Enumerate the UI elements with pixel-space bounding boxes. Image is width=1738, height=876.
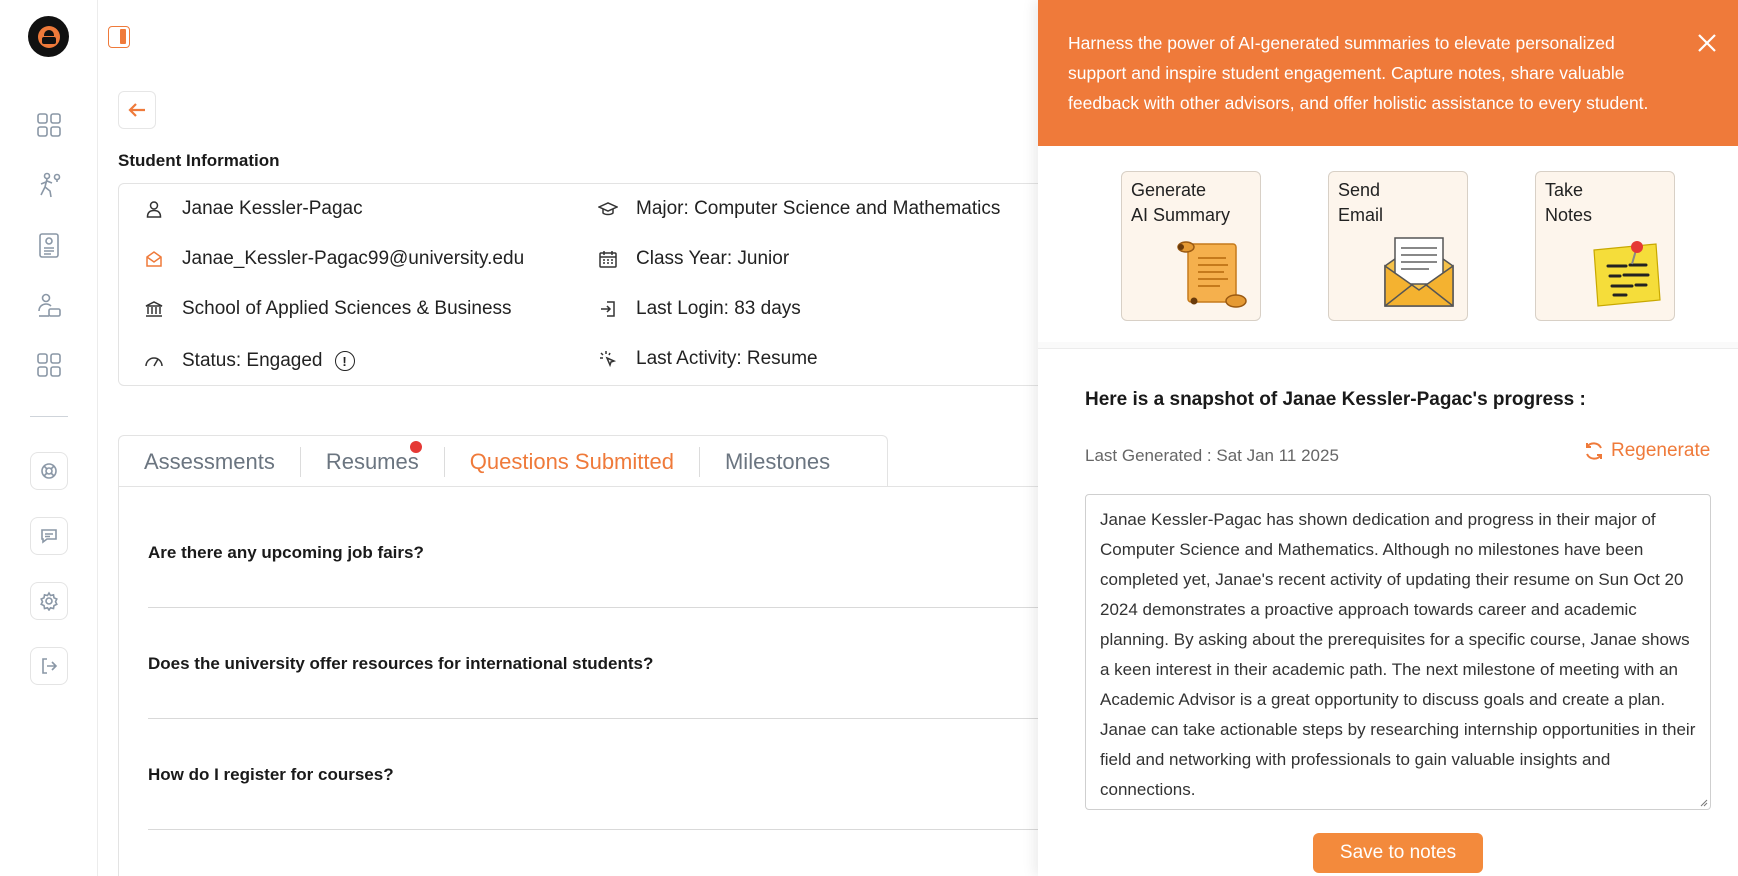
student-status: Status: Engaged (182, 350, 323, 371)
mail-icon (142, 247, 166, 271)
user-icon (142, 197, 166, 221)
info-icon[interactable]: ! (334, 351, 355, 371)
close-button[interactable] (1694, 30, 1720, 56)
id-card-icon[interactable] (30, 226, 68, 264)
side-rail (0, 0, 98, 876)
question-item[interactable]: Are there any upcoming job fairs? (148, 543, 1048, 563)
panel-banner: Harness the power of AI-generated summar… (1038, 0, 1738, 146)
student-email[interactable]: Janae_Kessler-Pagac99@university.edu (182, 248, 524, 270)
student-class-year: Class Year: Junior (636, 248, 790, 269)
summary-title: Here is a snapshot of Janae Kessler-Paga… (1085, 389, 1586, 410)
arrow-left-icon (128, 103, 145, 117)
take-notes-button[interactable]: Take Notes (1535, 171, 1675, 321)
regenerate-button[interactable]: Regenerate (1583, 440, 1710, 462)
support-icon[interactable] (30, 452, 68, 490)
cursor-click-icon (596, 347, 620, 371)
summary-textarea[interactable]: Janae Kessler-Pagac has shown dedication… (1085, 494, 1711, 810)
send-email-button[interactable]: Send Email (1328, 171, 1468, 321)
refresh-icon (1586, 442, 1602, 460)
student-last-login-row: Last Login: 83 days (596, 297, 801, 321)
save-to-notes-button[interactable]: Save to notes (1313, 833, 1483, 873)
scroll-icon (1177, 241, 1247, 308)
tab-milestones[interactable]: Milestones (700, 447, 855, 477)
apps-icon[interactable] (30, 346, 68, 384)
users-icon[interactable] (30, 286, 68, 324)
section-title: Student Information (118, 151, 280, 170)
student-email-row: Janae_Kessler-Pagac99@university.edu (142, 247, 524, 271)
graduation-cap-icon (596, 197, 620, 221)
dashboard-icon[interactable] (30, 106, 68, 144)
student-school: School of Applied Sciences & Business (182, 298, 512, 319)
sticky-note-icon (1593, 241, 1661, 307)
tab-resumes[interactable]: Resumes (301, 440, 445, 477)
student-major: Major: Computer Science and Mathematics (636, 198, 1001, 219)
student-status-row: Status: Engaged ! (142, 349, 355, 373)
student-last-login: Last Login: 83 days (636, 298, 801, 319)
banner-text: Harness the power of AI-generated summar… (1068, 33, 1649, 113)
question-item[interactable]: Does the university offer resources for … (148, 654, 1048, 674)
student-last-activity: Last Activity: Resume (636, 348, 818, 369)
career-icon[interactable] (30, 166, 68, 204)
divider (148, 829, 1048, 830)
divider (148, 607, 1048, 608)
ai-summary-panel: Harness the power of AI-generated summar… (1038, 0, 1738, 876)
generate-ai-summary-button[interactable]: Generate AI Summary (1121, 171, 1261, 321)
login-icon (596, 297, 620, 321)
sidebar-toggle-icon[interactable] (108, 26, 130, 48)
divider (148, 718, 1048, 719)
last-generated: Last Generated : Sat Jan 11 2025 (1085, 446, 1339, 465)
resize-handle-icon[interactable] (1698, 797, 1708, 807)
gauge-icon (142, 349, 166, 373)
chat-icon[interactable] (30, 517, 68, 555)
close-icon (1698, 34, 1716, 52)
summary-section: Here is a snapshot of Janae Kessler-Paga… (1038, 348, 1738, 876)
student-name: Janae Kessler-Pagac (182, 198, 363, 219)
tab-questions-submitted[interactable]: Questions Submitted (445, 446, 700, 477)
student-school-row: School of Applied Sciences & Business (142, 297, 512, 321)
gear-icon[interactable] (30, 582, 68, 620)
tab-assessments[interactable]: Assessments (119, 446, 301, 477)
bank-icon (142, 297, 166, 321)
logout-icon[interactable] (30, 647, 68, 685)
envelope-icon (1384, 237, 1454, 307)
app-logo-icon[interactable] (28, 16, 69, 57)
student-name-row: Janae Kessler-Pagac (142, 197, 363, 221)
tab-bar: Assessments Resumes Questions Submitted … (118, 435, 888, 487)
calendar-icon (596, 247, 620, 271)
rail-divider (30, 416, 68, 417)
student-class-year-row: Class Year: Junior (596, 247, 789, 271)
back-button[interactable] (118, 91, 156, 129)
notification-dot (409, 440, 422, 453)
student-last-activity-row: Last Activity: Resume (596, 347, 818, 371)
action-cards: Generate AI Summary Send Email Take Note… (1038, 146, 1738, 342)
student-major-row: Major: Computer Science and Mathematics (596, 197, 1000, 221)
question-item[interactable]: How do I register for courses? (148, 765, 1048, 785)
